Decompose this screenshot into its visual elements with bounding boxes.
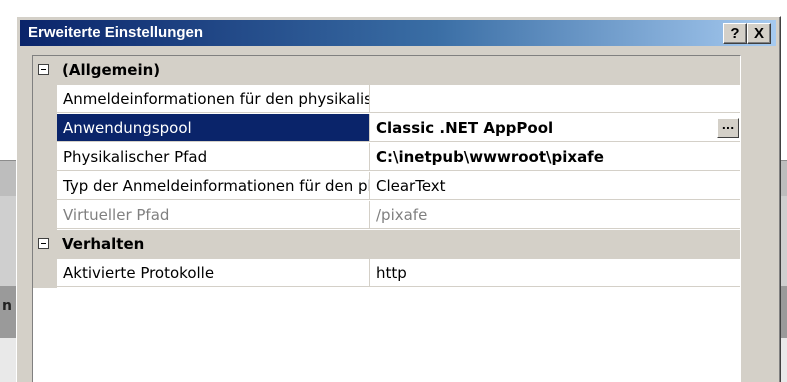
property-row-enabled-protocols[interactable]: Aktivierte Protokolle http [33,259,740,288]
property-grid: (Allgemein) Anmeldeinformationen für den… [32,55,741,382]
close-button[interactable]: X [747,23,771,44]
property-row-physical-path[interactable]: Physikalischer Pfad C:\inetpub\wwwroot\p… [33,143,740,172]
row-gutter [33,259,57,288]
property-row-virtual-path[interactable]: Virtueller Pfad /pixafe [33,201,740,230]
property-name[interactable]: Anwendungspool [57,114,370,142]
row-gutter [33,201,57,230]
collapse-icon[interactable] [38,238,49,249]
row-gutter [33,85,57,114]
category-label: Verhalten [62,235,145,253]
property-row-credentials[interactable]: Anmeldeinformationen für den physikalisc… [33,85,740,114]
row-gutter [33,114,57,143]
row-gutter [33,172,57,201]
browse-ellipsis-button[interactable]: ... [717,118,739,138]
property-value[interactable]: http [370,259,740,287]
property-value[interactable]: /pixafe [370,201,740,229]
property-name[interactable]: Aktivierte Protokolle [57,259,370,287]
title-bar[interactable]: Erweiterte Einstellungen ? X [20,20,776,46]
property-name[interactable]: Typ der Anmeldeinformationen für den phy… [57,172,370,200]
help-button[interactable]: ? [723,23,747,44]
property-row-credential-type[interactable]: Typ der Anmeldeinformationen für den phy… [33,172,740,201]
application-pool-value: Classic .NET AppPool [376,119,554,137]
property-name[interactable]: Anmeldeinformationen für den physikalisc… [57,85,370,113]
background-edge-text: n [2,298,12,314]
row-gutter [33,143,57,172]
collapse-icon[interactable] [38,64,49,75]
property-name[interactable]: Physikalischer Pfad [57,143,370,171]
property-name[interactable]: Virtueller Pfad [57,201,370,229]
property-value[interactable]: C:\inetpub\wwwroot\pixafe [370,143,740,171]
category-behavior[interactable]: Verhalten [33,230,740,259]
dialog-title: Erweiterte Einstellungen [28,24,204,41]
property-value[interactable]: ClearText [370,172,740,200]
property-row-application-pool[interactable]: Anwendungspool Classic .NET AppPool ... [33,114,740,143]
property-value[interactable]: Classic .NET AppPool ... [370,114,740,142]
category-label: (Allgemein) [62,61,161,79]
category-general[interactable]: (Allgemein) [33,56,740,85]
property-value[interactable] [370,85,740,113]
